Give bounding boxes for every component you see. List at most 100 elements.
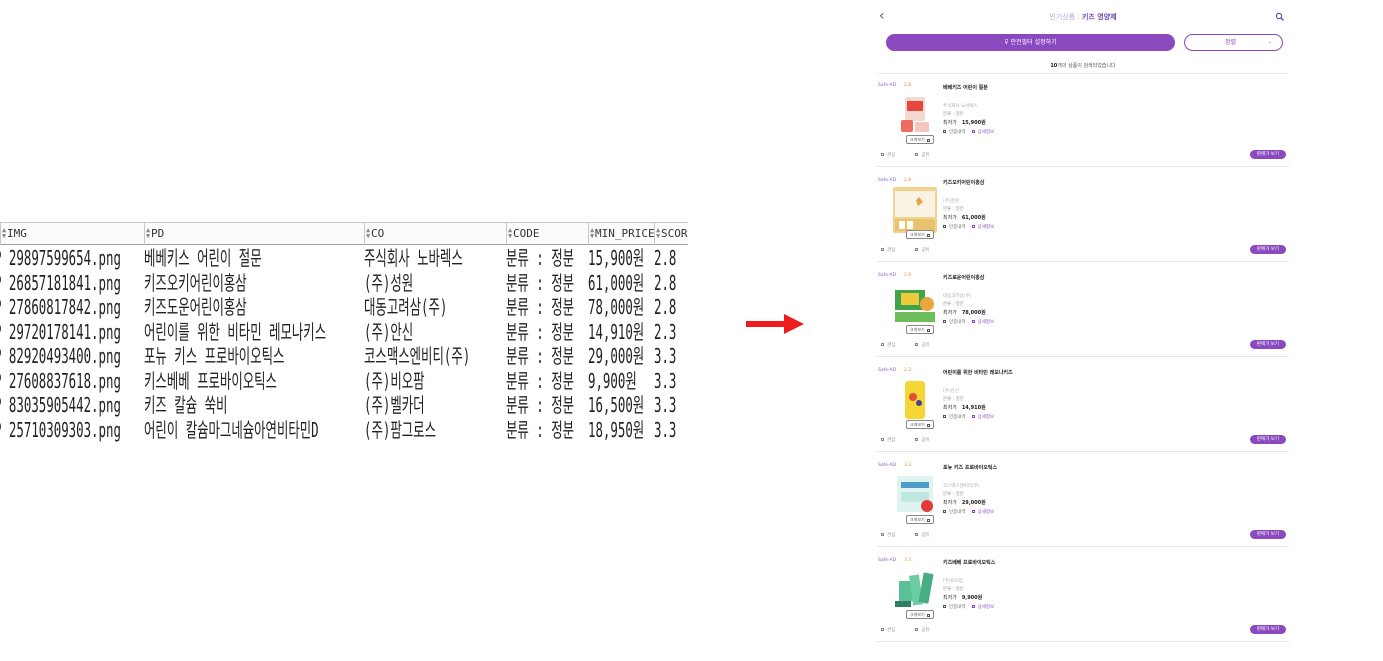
cert-link[interactable]: 인증내역	[943, 130, 966, 135]
column-header-score[interactable]: ▲▼SCORE	[654, 223, 688, 245]
like-button[interactable]: 관심	[881, 248, 905, 253]
cert-link[interactable]: 인증내역	[943, 605, 966, 610]
like-button[interactable]: 관심	[881, 628, 905, 633]
share-button[interactable]: 공유	[915, 438, 939, 443]
safety-score: 3.3	[904, 558, 912, 563]
product-name[interactable]: 포뉴 키즈 프로바이오틱스	[943, 464, 997, 471]
share-button[interactable]: 공유	[915, 533, 939, 538]
company-name: 대동고려삼(주)	[943, 294, 972, 299]
table-row[interactable]: P 26857181841.png 키즈오키어린이홍삼 (주)성원 분류 : 정분 61…	[0, 271, 688, 297]
column-header-pd[interactable]: ▲ ▼ PD	[144, 223, 364, 245]
product-card[interactable]: Safe-AD 2.8 키즈로운어린이홍삼 크게보기 대동고려삼(주) 분류 : 정분 최저…	[873, 264, 1293, 359]
product-card[interactable]: Safe-AD 2.8 베베키즈 어린이 절분 크게보기 주식회사 노바렉스 분류 : 정…	[873, 74, 1293, 169]
column-header-img[interactable]: ▲ ▼ IMG	[0, 223, 144, 245]
column-header-co[interactable]: ▲ ▼ CO	[364, 223, 506, 245]
zoom-button[interactable]: 크게보기	[906, 325, 934, 334]
detail-link[interactable]: 상세정보	[971, 605, 994, 610]
table-row[interactable]: P 27608837618.png 키스베베 프로바이오틱스 (주)비오팜 분류 : …	[0, 369, 688, 395]
cell-pd: 키즈오키어린이홍삼	[144, 270, 247, 295]
category: 분류 : 정분	[943, 397, 964, 402]
share-button[interactable]: 공유	[915, 343, 939, 348]
table-row[interactable]: P 82920493400.png 포뉴 키스 프로바이오틱스 코스맥스엔비티(주)…	[0, 344, 688, 370]
cell-price: 78,000원	[588, 295, 645, 319]
product-card[interactable]: Safe-AD 2.3 어린이를 위한 비타민 레모나키즈 크게보기 (주)안신 분류 :…	[873, 359, 1293, 454]
page-title: 인기상품 : 키즈 영양제	[1049, 13, 1117, 21]
cell-pd: 포뉴 키스 프로바이오틱스	[144, 344, 285, 368]
lowest-price: 최저가 29,000원	[943, 500, 986, 506]
product-card[interactable]: Safe-AD 3.3 포뉴 키즈 프로바이오틱스 크게보기 코스맥스엔비티(주) 분류 …	[873, 454, 1293, 549]
view-price-button[interactable]: 판매가 보기	[1250, 530, 1286, 539]
table-row[interactable]: P 27860817842.png 키즈도운어린이홍삼 대동고려삼(주) 분류 : 정…	[0, 295, 688, 321]
column-header-min-price[interactable]: ▲ ▼ MIN_PRICE	[588, 223, 654, 245]
card-actions: 관심 공유	[881, 437, 950, 443]
sort-icon: ▲ ▼	[508, 226, 513, 240]
zoom-button[interactable]: 크게보기	[906, 420, 934, 429]
safety-score: 2.8	[904, 273, 912, 278]
product-card[interactable]: Safe-AD 3.3 키즈베베 프로바이오틱스 크게보기 (주)비오팜 분류 : 정분 최…	[873, 549, 1293, 644]
view-price-button[interactable]: 판매가 보기	[1250, 435, 1286, 444]
zoom-button[interactable]: 크게보기	[906, 135, 934, 144]
product-name[interactable]: 키즈로운어린이홍삼	[943, 274, 984, 281]
detail-link[interactable]: 상세정보	[971, 415, 994, 420]
zoom-button[interactable]: 크게보기	[906, 515, 934, 524]
safe-ad-badge: Safe-AD	[878, 463, 897, 468]
sort-dropdown[interactable]: 정렬 ⌄	[1184, 34, 1283, 51]
cell-img: P 25710309303.png	[0, 417, 121, 442]
like-button[interactable]: 관심	[881, 153, 905, 158]
share-button[interactable]: 공유	[915, 628, 939, 633]
zoom-icon	[926, 138, 930, 142]
like-button[interactable]: 관심	[881, 343, 905, 348]
zoom-button[interactable]: 크게보기	[906, 230, 934, 239]
product-card[interactable]: Safe-AD 2.8 키즈오키어린이홍삼 크게보기 (주)성원 분류 : 정분 최저가 61…	[873, 169, 1293, 264]
zoom-icon	[926, 233, 930, 237]
table-row[interactable]: P 29720178141.png 어린이를 위한 비타민 레모나키스 (주)안신 분…	[0, 320, 688, 346]
product-thumbnail[interactable]	[893, 282, 937, 328]
info-links: 인증내역 상세정보	[943, 414, 994, 420]
product-thumbnail[interactable]	[893, 377, 937, 423]
cert-link[interactable]: 인증내역	[943, 225, 966, 230]
view-price-button[interactable]: 판매가 보기	[1250, 150, 1286, 159]
safe-ad-badge: Safe-AD	[878, 368, 897, 373]
cell-code: 분류 : 정분	[506, 319, 575, 344]
view-price-button[interactable]: 판매가 보기	[1250, 625, 1286, 634]
card-actions: 관심 공유	[881, 342, 950, 348]
product-thumbnail[interactable]	[893, 567, 937, 613]
safe-ad-badge: Safe-AD	[878, 273, 897, 278]
category: 분류 : 정분	[943, 492, 964, 497]
product-name[interactable]: 어린이를 위한 비타민 레모나키즈	[943, 369, 1013, 376]
product-thumbnail[interactable]	[893, 187, 937, 233]
detail-link[interactable]: 상세정보	[971, 510, 994, 515]
column-header-code[interactable]: ▲ ▼ CODE	[506, 223, 588, 245]
cert-link[interactable]: 인증내역	[943, 510, 966, 515]
company-name: (주)성원	[943, 199, 959, 204]
share-button[interactable]: 공유	[915, 248, 939, 253]
detail-link[interactable]: 상세정보	[971, 320, 994, 325]
product-name[interactable]: 베베키즈 어린이 절분	[943, 84, 988, 91]
share-button[interactable]: 공유	[915, 153, 939, 158]
divider	[877, 451, 1289, 452]
detail-link[interactable]: 상세정보	[971, 130, 994, 135]
like-button[interactable]: 관심	[881, 438, 905, 443]
safety-filter-button[interactable]: ⊽ 안전필터 설정하기	[886, 34, 1175, 51]
product-name[interactable]: 키즈베베 프로바이오틱스	[943, 559, 995, 566]
cell-code: 분류 : 정분	[506, 393, 575, 417]
table-row[interactable]: P 29897599654.png 베베키스 어린이 절문 주식회사 노바렉스 분류 …	[0, 246, 688, 272]
like-button[interactable]: 관심	[881, 533, 905, 538]
lowest-price: 최저가 9,900원	[943, 595, 983, 601]
info-links: 인증내역 상세정보	[943, 604, 994, 610]
table-row[interactable]: P 25710309303.png 어린이 칼슘마그네슘아연비타민D (주)팜그로스…	[0, 418, 688, 444]
cell-score: 2.3	[654, 319, 677, 344]
product-thumbnail[interactable]	[893, 472, 937, 518]
view-price-button[interactable]: 판매가 보기	[1250, 245, 1286, 254]
cell-pd: 키스베베 프로바이오틱스	[144, 368, 277, 393]
cert-link[interactable]: 인증내역	[943, 415, 966, 420]
table-row[interactable]: P 83035905442.png 키즈 칼슘 쑥비 (주)벨카더 분류 : 정분 16…	[0, 393, 688, 419]
product-name[interactable]: 키즈오키어린이홍삼	[943, 179, 984, 186]
zoom-button[interactable]: 크게보기	[906, 610, 934, 619]
view-price-button[interactable]: 판매가 보기	[1250, 340, 1286, 349]
detail-link[interactable]: 상세정보	[971, 225, 994, 230]
product-thumbnail[interactable]	[893, 92, 937, 138]
cert-link[interactable]: 인증내역	[943, 320, 966, 325]
search-icon[interactable]	[1275, 12, 1285, 22]
cell-score: 3.3	[654, 368, 677, 393]
